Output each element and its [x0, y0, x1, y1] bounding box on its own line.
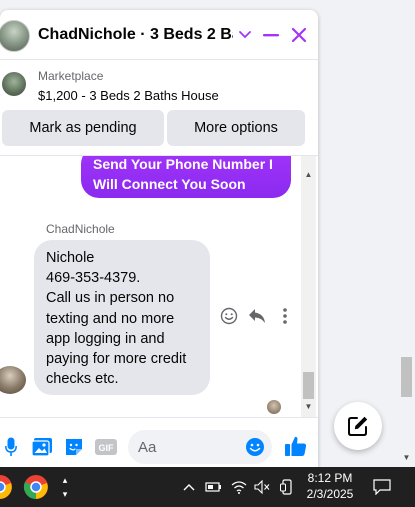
- svg-text:GIF: GIF: [99, 443, 115, 453]
- sticker-icon[interactable]: [63, 436, 85, 458]
- new-message-button[interactable]: [334, 402, 382, 450]
- close-icon[interactable]: [288, 24, 310, 46]
- received-message-line: paying for more credit: [46, 351, 187, 368]
- received-message-line: app logging in and: [46, 330, 165, 347]
- clock-time: 8:12 PM: [307, 471, 353, 485]
- gif-icon[interactable]: GIF: [95, 436, 117, 458]
- page-scrollbar[interactable]: ▼: [398, 0, 415, 467]
- sender-name: ChadNichole: [46, 222, 115, 236]
- more-options-button[interactable]: More options: [167, 110, 305, 146]
- reply-icon[interactable]: [247, 306, 267, 326]
- microphone-icon[interactable]: [0, 436, 22, 458]
- chevron-down-icon[interactable]: [234, 24, 256, 46]
- received-message-line: Call us in person no: [46, 290, 175, 307]
- chat-title[interactable]: ChadNichole · 3 Beds 2 Ba...: [38, 26, 233, 44]
- marketplace-listing[interactable]: Marketplace $1,200 - 3 Beds 2 Baths Hous…: [0, 60, 318, 110]
- system-clock[interactable]: 8:12 PM 2/3/2025: [300, 470, 360, 502]
- page-scroll-down-arrow-icon[interactable]: ▼: [401, 452, 412, 463]
- listing-title: $1,200 - 3 Beds 2 Baths House: [38, 88, 219, 103]
- more-icon[interactable]: [275, 306, 295, 326]
- taskbar-overflow-icon[interactable]: ▴ ▾: [58, 475, 72, 499]
- windows-taskbar: ▴ ▾ 8:12 PM 2/3/2025: [0, 467, 415, 507]
- clock-date: 2/3/2025: [306, 487, 354, 501]
- received-message-line: texting and no more: [46, 310, 175, 327]
- received-message-bubble[interactable]: Nichole 469-353-4379. Call us in person …: [34, 240, 210, 395]
- listing-source: Marketplace: [38, 69, 104, 83]
- message-input[interactable]: [138, 437, 238, 457]
- scrollbar-thumb[interactable]: [303, 372, 314, 399]
- sent-message-line: Send Your Phone Number I: [93, 156, 273, 172]
- message-list[interactable]: Send Your Phone Number I Will Connect Yo…: [0, 155, 318, 417]
- chat-window: ChadNichole · 3 Beds 2 Ba... Marketplace…: [0, 10, 318, 467]
- page-scrollbar-thumb[interactable]: [401, 357, 412, 397]
- message-composer: GIF: [0, 417, 318, 467]
- message-input-wrapper: [128, 430, 272, 464]
- contact-avatar[interactable]: [0, 20, 30, 52]
- scroll-up-arrow-icon[interactable]: ▲: [301, 168, 316, 180]
- emoji-icon[interactable]: [244, 436, 266, 458]
- listing-thumbnail: [2, 72, 26, 96]
- volume-muted-icon[interactable]: [253, 478, 271, 496]
- mark-as-pending-button[interactable]: Mark as pending: [2, 110, 164, 146]
- show-hidden-icons-chevron-icon[interactable]: [180, 478, 198, 496]
- battery-icon[interactable]: [205, 478, 223, 496]
- minimize-icon[interactable]: [260, 24, 282, 46]
- sender-avatar[interactable]: [0, 366, 26, 394]
- listing-actions: Mark as pending More options: [0, 110, 318, 154]
- phone-link-icon[interactable]: [278, 478, 296, 496]
- notification-icon[interactable]: [372, 478, 392, 496]
- sent-message-line: Will Connect You Soon: [93, 176, 246, 192]
- seen-receipt-avatar: [267, 400, 281, 414]
- received-message-line: 469-353-4379.: [46, 270, 141, 287]
- chat-header[interactable]: ChadNichole · 3 Beds 2 Ba...: [0, 10, 318, 60]
- compose-icon: [348, 416, 368, 436]
- wifi-icon[interactable]: [230, 478, 248, 496]
- received-message-line: checks etc.: [46, 371, 119, 388]
- message-scrollbar[interactable]: ▲ ▼: [301, 156, 316, 417]
- sent-message-bubble[interactable]: Send Your Phone Number I Will Connect Yo…: [81, 156, 291, 198]
- image-icon[interactable]: [31, 436, 53, 458]
- scroll-down-arrow-icon[interactable]: ▼: [301, 400, 316, 412]
- thumbs-up-icon[interactable]: [284, 434, 308, 458]
- received-message-line: Nichole: [46, 250, 95, 266]
- taskbar-app-icon[interactable]: [0, 473, 14, 501]
- react-icon[interactable]: [219, 306, 239, 326]
- chrome-icon[interactable]: [22, 473, 50, 501]
